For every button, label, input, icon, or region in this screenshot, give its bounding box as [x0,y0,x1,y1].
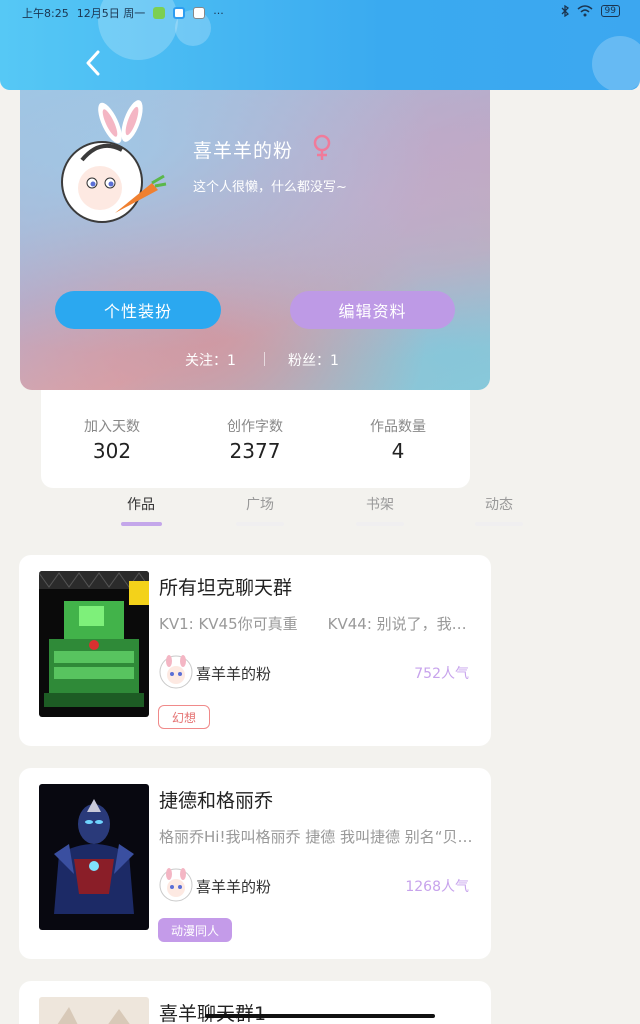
author-name: 喜羊羊的粉 [196,878,272,896]
tab-moments[interactable]: 动态 [479,494,519,514]
stat-works-count: 作品数量 4 [338,416,458,463]
profile-card: 喜羊羊的粉 这个人很懒，什么都没写~ 个性装扮 编辑资料 关注：1 粉丝：1 [20,90,490,390]
tab-indicator [356,522,404,526]
top-header: 上午8:25 12月5日 周一 ··· 99 [0,0,640,90]
stat-value: 302 [92,439,132,463]
shield-app-icon [173,7,186,19]
battery-icon: 99 [600,5,620,17]
work-excerpt: 格丽乔Hi!我叫格丽乔 捷德 我叫捷德 别名“贝利亚之子” [159,828,481,846]
following-count[interactable]: 关注：1 [185,350,236,370]
wifi-icon [577,5,593,17]
popularity-count: 752人气 [414,666,469,682]
stat-label: 加入天数 [84,419,140,435]
tab-indicator [475,522,523,526]
tab-indicator [236,522,284,526]
status-bar: 上午8:25 12月5日 周一 ··· 99 [0,0,640,24]
author-avatar [159,655,193,689]
genre-tag[interactable]: 动漫同人 [158,918,233,942]
stat-value: 2377 [229,439,281,463]
work-card[interactable]: 所有坦克聊天群 KV1: KV45你可真重 KV44: 别说了，我好难受 喜羊羊… [19,555,491,746]
author-avatar [159,868,193,902]
work-excerpt: KV1: KV45你可真重 KV44: 别说了，我好难受 [159,615,481,633]
genre-tag[interactable]: 幻想 [158,705,211,729]
tab-square[interactable]: 广场 [240,494,280,514]
author-name: 喜羊羊的粉 [196,665,272,683]
back-arrow-icon [86,50,100,76]
stats-card: 加入天数 302 创作字数 2377 作品数量 4 [41,390,470,488]
stat-label: 作品数量 [370,419,426,435]
followers-count[interactable]: 粉丝：1 [288,350,339,370]
stat-label: 创作字数 [227,419,283,435]
profile-username: 喜羊羊的粉 [193,140,294,162]
edit-profile-button[interactable]: 编辑资料 [290,291,455,329]
tab-bookshelf[interactable]: 书架 [360,494,400,514]
stat-value: 4 [391,439,405,463]
work-card[interactable]: 捷德和格丽乔 格丽乔Hi!我叫格丽乔 捷德 我叫捷德 别名“贝利亚之子” 喜羊羊… [19,768,491,959]
user-avatar[interactable] [60,98,170,228]
bluetooth-icon [561,5,569,17]
work-title[interactable]: 捷德和格丽乔 [159,786,273,813]
work-cover-image [39,571,149,717]
work-cover-image [39,784,149,930]
tab-works[interactable]: 作品 [121,494,161,514]
female-icon [313,134,331,160]
work-title[interactable]: 所有坦克聊天群 [159,573,292,600]
popularity-count: 1268人气 [405,879,469,895]
back-button[interactable] [78,46,108,80]
stat-join-days: 加入天数 302 [52,416,172,463]
decor-bubble [592,36,640,90]
profile-tabs: 作品 广场 书架 动态 [0,494,640,534]
personal-dress-button[interactable]: 个性装扮 [55,291,221,329]
home-indicator[interactable] [205,1014,435,1018]
play-app-icon [193,7,206,19]
status-date: 12月5日 周一 [76,7,146,20]
tab-indicator [121,522,162,526]
status-time: 上午8:25 [22,7,69,20]
divider [264,352,265,366]
work-cover-image [39,997,149,1024]
wechat-icon [153,7,166,19]
stat-word-count: 创作字数 2377 [195,416,315,463]
profile-bio: 这个人很懒，什么都没写~ [193,180,347,195]
status-more: ··· [213,6,224,20]
work-title[interactable]: 喜羊聊天群1 [159,999,266,1024]
